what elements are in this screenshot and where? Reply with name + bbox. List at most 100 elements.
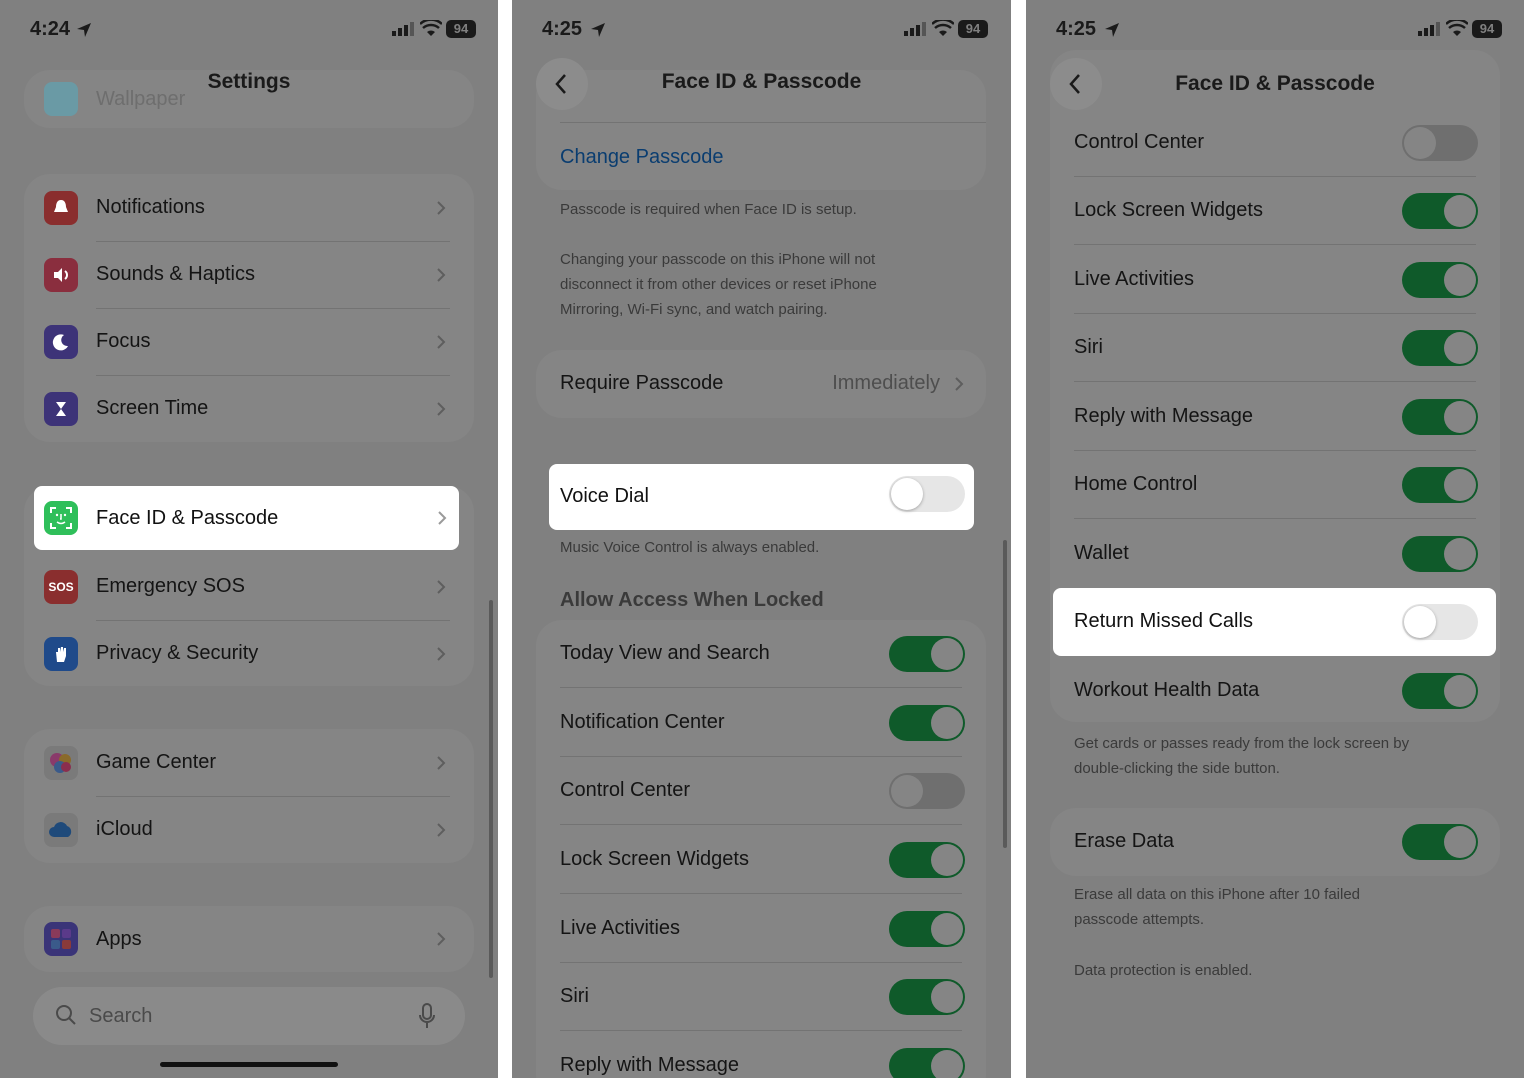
row-label: Apps	[96, 928, 142, 950]
row-label: Privacy & Security	[96, 642, 259, 664]
settings-row-privacy[interactable]: Privacy & Security	[24, 620, 474, 688]
toggle-row: Home Control	[1050, 451, 1500, 519]
status-time: 4:25	[1056, 18, 1097, 40]
row-label: Screen Time	[96, 397, 209, 419]
row-label: Return Missed Calls	[1074, 610, 1253, 632]
scrollbar[interactable]	[489, 600, 493, 978]
reply-with-message-toggle[interactable]	[889, 1048, 965, 1078]
erase-note: Erase all data on this iPhone after 10 f…	[1074, 886, 1361, 928]
control-center-toggle[interactable]	[1402, 125, 1478, 161]
changing-passcode-note: Changing your passcode on this iPhone wi…	[560, 251, 877, 318]
chevron-right-icon	[437, 580, 446, 594]
row-label: Workout Health Data	[1074, 679, 1260, 701]
sos-icon: SOS	[44, 570, 78, 604]
row-label: Control Center	[560, 779, 691, 801]
toggle-row: Wallet	[1050, 520, 1500, 588]
settings-row-focus[interactable]: Focus	[24, 308, 474, 376]
toggle-row: Today View and Search	[536, 620, 986, 688]
chevron-right-icon	[437, 823, 446, 837]
row-divider	[1074, 244, 1476, 245]
row-label: Siri	[1074, 336, 1103, 358]
apps-group: Apps	[24, 906, 474, 972]
notification-center-toggle[interactable]	[889, 705, 965, 741]
apps-icon	[44, 922, 78, 956]
home-indicator	[160, 1062, 338, 1067]
siri-toggle[interactable]	[889, 979, 965, 1015]
lock-screen-widgets-toggle[interactable]	[889, 842, 965, 878]
location-arrow-icon	[1105, 23, 1119, 37]
today-view-toggle[interactable]	[889, 636, 965, 672]
mic-icon[interactable]	[419, 1003, 435, 1029]
row-label: Siri	[560, 985, 589, 1007]
face-id-passcode-screen: 4:25 94 Change Passcode Face ID & Passco…	[512, 0, 1011, 1078]
voice-dial-row-highlighted: Voice Dial	[549, 464, 974, 530]
require-passcode-value: Immediately	[832, 372, 940, 394]
wallet-note: Get cards or passes ready from the lock …	[1074, 735, 1410, 777]
erase-data-toggle[interactable]	[1402, 824, 1478, 860]
row-label: Require Passcode	[560, 372, 724, 394]
live-activities-toggle[interactable]	[889, 911, 965, 947]
chevron-right-icon	[437, 268, 446, 282]
toggle-row: Siri	[536, 963, 986, 1031]
toggle-row: Lock Screen Widgets	[1050, 177, 1500, 245]
page-title: Face ID & Passcode	[661, 70, 862, 93]
row-label: Home Control	[1074, 473, 1198, 495]
page-title: Face ID & Passcode	[1175, 72, 1375, 95]
row-label: Wallet	[1074, 542, 1129, 564]
row-label: Notification Center	[560, 711, 725, 733]
passcode-note: Passcode is required when Face ID is set…	[560, 201, 857, 218]
workout-health-data-toggle[interactable]	[1402, 673, 1478, 709]
search-bar[interactable]: Search	[33, 987, 465, 1045]
settings-row-apps[interactable]: Apps	[24, 906, 474, 974]
settings-row-icloud[interactable]: iCloud	[24, 796, 474, 864]
row-label: Focus	[96, 330, 151, 352]
signal-icon	[1418, 22, 1440, 36]
toggle-row: Live Activities	[536, 895, 986, 963]
voice-dial-toggle[interactable]	[889, 476, 965, 512]
settings-row-game-center[interactable]: Game Center	[24, 729, 474, 797]
row-label: Notifications	[96, 196, 205, 218]
services-group: Game Center iCloud	[24, 729, 474, 863]
settings-row-sounds[interactable]: Sounds & Haptics	[24, 241, 474, 309]
data-protection-note: Data protection is enabled.	[1074, 962, 1253, 979]
toggle-row: Control Center	[1050, 109, 1500, 177]
row-divider	[560, 687, 962, 688]
battery-indicator: 94	[958, 20, 988, 38]
erase-data-row: Erase Data	[1050, 808, 1500, 876]
reply-with-message-toggle[interactable]	[1402, 399, 1478, 435]
home-control-toggle[interactable]	[1402, 467, 1478, 503]
require-passcode-row[interactable]: Require Passcode Immediately	[536, 350, 986, 418]
status-time: 4:24	[30, 18, 71, 40]
settings-screen: 4:24 94 Wallpaper Settings Notifications…	[0, 0, 498, 1078]
settings-row-face-id-highlighted[interactable]: Face ID & Passcode	[34, 486, 459, 550]
speaker-icon	[44, 258, 78, 292]
settings-row-screen-time[interactable]: Screen Time	[24, 375, 474, 443]
scrollbar[interactable]	[1003, 540, 1007, 848]
search-input[interactable]: Search	[89, 1005, 152, 1028]
toggle-row: Reply with Message	[536, 1032, 986, 1078]
wallet-toggle[interactable]	[1402, 536, 1478, 572]
allow-access-header: Allow Access When Locked	[560, 589, 824, 611]
return-missed-calls-toggle[interactable]	[1402, 604, 1478, 640]
chevron-right-icon	[437, 402, 446, 416]
control-center-toggle[interactable]	[889, 773, 965, 809]
settings-row-notifications[interactable]: Notifications	[24, 174, 474, 242]
chevron-right-icon	[955, 377, 964, 391]
lock-screen-widgets-toggle[interactable]	[1402, 193, 1478, 229]
game-center-icon	[44, 746, 78, 780]
row-label: Voice Dial	[560, 485, 649, 507]
settings-row-emergency-sos[interactable]: SOS Emergency SOS	[24, 553, 474, 621]
change-passcode-link[interactable]: Change Passcode	[560, 146, 723, 169]
chevron-right-icon	[437, 647, 446, 661]
row-divider	[560, 122, 986, 123]
location-arrow-icon	[591, 23, 605, 37]
hand-icon	[44, 637, 78, 671]
row-label: Sounds & Haptics	[96, 263, 255, 285]
toggle-row: Control Center	[536, 757, 986, 825]
live-activities-toggle[interactable]	[1402, 262, 1478, 298]
siri-toggle[interactable]	[1402, 330, 1478, 366]
row-label: Erase Data	[1074, 830, 1175, 852]
chevron-right-icon	[437, 932, 446, 946]
chevron-right-icon	[438, 511, 447, 525]
status-bar: 4:25 94	[512, 14, 1011, 46]
